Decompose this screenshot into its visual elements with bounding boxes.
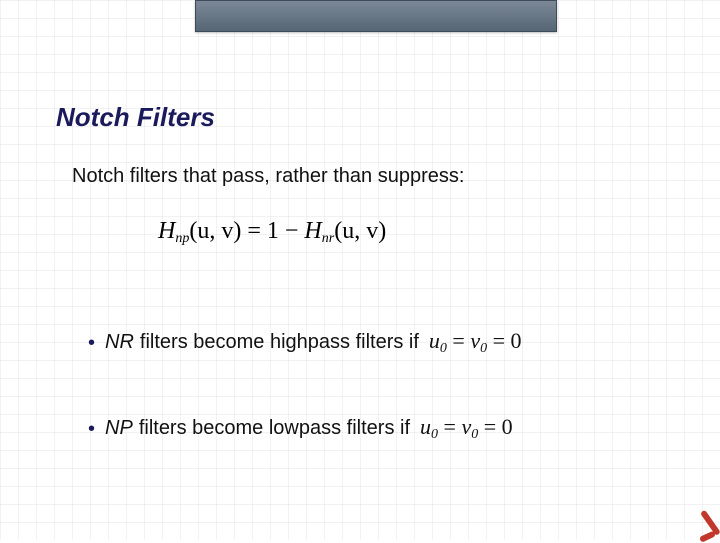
cond-zero: 0 bbox=[502, 414, 513, 439]
bullet-dot-icon: • bbox=[88, 333, 95, 353]
cond-u-sub: 0 bbox=[440, 341, 447, 356]
eq-lhs-sub: np bbox=[175, 231, 189, 246]
eq-rhs-func: H bbox=[304, 218, 321, 244]
cond-v-sub: 0 bbox=[480, 341, 487, 356]
bullet-text: filters become highpass filters if bbox=[140, 331, 419, 354]
decorative-top-bar bbox=[195, 0, 557, 32]
eq-lhs-args: (u, v) bbox=[189, 218, 241, 244]
cond-u-sub: 0 bbox=[431, 427, 438, 442]
bullet-condition: u0 = v0 = 0 bbox=[429, 328, 522, 357]
bullet-term: NP bbox=[105, 417, 133, 440]
slide-grid-background bbox=[0, 0, 720, 540]
bullet-condition: u0 = v0 = 0 bbox=[420, 414, 513, 443]
slide-title: Notch Filters bbox=[56, 102, 215, 133]
bullet-term: NR bbox=[105, 331, 134, 354]
cond-zero: 0 bbox=[511, 328, 522, 353]
slide-subtitle: Notch filters that pass, rather than sup… bbox=[72, 165, 464, 188]
eq-equals: = 1 − bbox=[241, 218, 304, 244]
corner-accent-icon bbox=[688, 508, 716, 536]
bullet-np: • NP filters become lowpass filters if u… bbox=[88, 414, 513, 443]
eq-rhs-sub: nr bbox=[322, 231, 334, 246]
bullet-nr: • NR filters become highpass filters if … bbox=[88, 328, 522, 357]
eq-lhs-func: H bbox=[158, 218, 175, 244]
eq-rhs-args: (u, v) bbox=[334, 218, 386, 244]
main-equation: Hnp(u, v) = 1 − Hnr(u, v) bbox=[158, 218, 386, 247]
bullet-dot-icon: • bbox=[88, 419, 95, 439]
bullet-text: filters become lowpass filters if bbox=[139, 417, 410, 440]
cond-v-sub: 0 bbox=[471, 427, 478, 442]
